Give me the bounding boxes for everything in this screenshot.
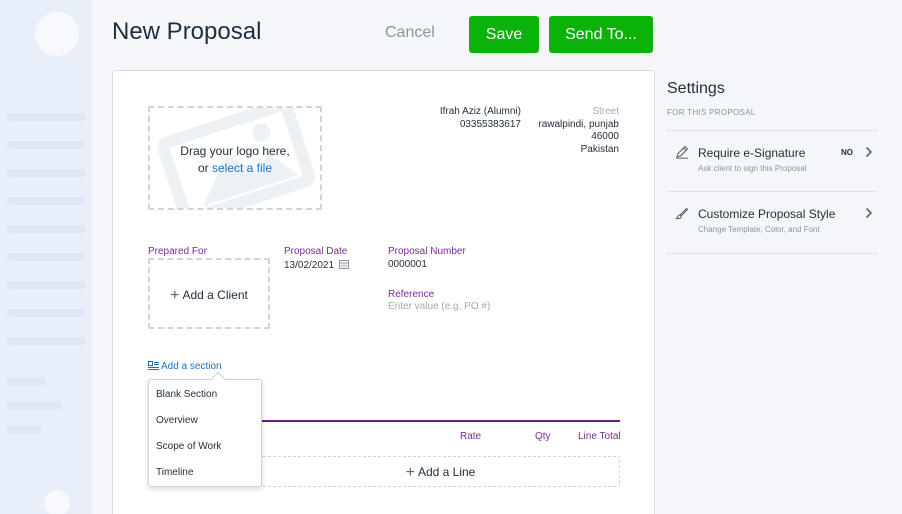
address-country: Pakistan xyxy=(580,143,619,155)
setting-customize-style[interactable]: Customize Proposal Style Change Template… xyxy=(667,191,877,253)
sidebar-nav-placeholder[interactable] xyxy=(6,225,86,233)
section-dropdown-menu: Blank Section Overview Scope of Work Tim… xyxy=(148,371,262,487)
logo-drop-text: Drag your logo here, xyxy=(180,144,290,158)
sender-address[interactable]: Street rawalpindi, punjab 46000 Pakistan xyxy=(523,106,619,156)
add-line-label: Add a Line xyxy=(417,465,476,479)
sidebar-nav-placeholder[interactable] xyxy=(6,378,46,386)
add-line-button[interactable]: + Add a Line xyxy=(261,456,620,487)
left-sidebar xyxy=(0,0,92,514)
setting-value-badge: NO xyxy=(841,148,853,157)
setting-require-esignature[interactable]: Require e-Signature Ask client to sign t… xyxy=(667,130,877,192)
settings-title: Settings xyxy=(667,80,725,97)
image-placeholder-icon xyxy=(157,108,315,208)
sidebar-nav-placeholder[interactable] xyxy=(6,281,86,289)
column-qty: Qty xyxy=(535,431,551,442)
dropdown-arrow xyxy=(210,371,226,387)
settings-subtitle: FOR THIS PROPOSAL xyxy=(667,108,756,117)
plus-icon: + xyxy=(405,464,415,481)
sidebar-nav-placeholder[interactable] xyxy=(6,309,86,317)
add-section-label: Add a section xyxy=(161,361,222,372)
logo-drop-subtext: or select a file xyxy=(150,161,320,175)
add-client-text: + Add a Client xyxy=(150,287,268,305)
sidebar-nav-placeholder[interactable] xyxy=(6,113,86,121)
items-table-divider xyxy=(261,420,620,422)
add-line-text: + Add a Line xyxy=(262,464,619,482)
menu-item-blank-section[interactable]: Blank Section xyxy=(156,389,217,400)
pen-icon xyxy=(676,145,689,159)
sender-phone: 03355383617 xyxy=(459,118,521,130)
address-city: rawalpindi, punjab xyxy=(538,118,619,130)
menu-item-timeline[interactable]: Timeline xyxy=(156,467,193,478)
add-section-button[interactable]: Add a section xyxy=(148,361,222,372)
sidebar-nav-placeholder[interactable] xyxy=(6,253,86,261)
setting-name: Require e-Signature xyxy=(698,146,806,160)
chevron-right-icon xyxy=(865,207,873,219)
reference-label: Reference xyxy=(388,289,435,300)
select-file-link[interactable]: select a file xyxy=(212,161,272,175)
page-title: New Proposal xyxy=(112,18,262,45)
proposal-date-value: 13/02/2021 xyxy=(284,260,335,271)
add-client-label: Add a Client xyxy=(182,288,248,302)
plus-icon: + xyxy=(170,287,180,304)
proposal-document: Drag your logo here, or select a file If… xyxy=(112,70,655,514)
save-button[interactable]: Save xyxy=(469,16,539,53)
address-zip: 46000 xyxy=(591,131,619,142)
column-line-total: Line Total xyxy=(578,431,621,442)
prepared-for-label: Prepared For xyxy=(148,246,207,257)
help-button[interactable] xyxy=(44,490,70,514)
sidebar-nav-placeholder[interactable] xyxy=(6,426,42,434)
chevron-right-icon xyxy=(865,146,873,158)
sidebar-nav-placeholder[interactable] xyxy=(6,169,86,177)
sidebar-nav-placeholder[interactable] xyxy=(6,197,86,205)
send-to-button[interactable]: Send To... xyxy=(549,16,653,53)
settings-panel: Settings FOR THIS PROPOSAL Require e-Sig… xyxy=(667,80,877,254)
proposal-number-value[interactable]: 0000001 xyxy=(388,259,427,270)
brush-icon xyxy=(675,207,689,220)
column-rate: Rate xyxy=(460,431,482,442)
cancel-button[interactable]: Cancel xyxy=(385,24,435,42)
sidebar-nav-placeholder[interactable] xyxy=(6,402,62,410)
proposal-date-field[interactable]: 13/02/2021 xyxy=(284,259,349,271)
logo-drop-or: or xyxy=(197,161,209,175)
menu-item-overview[interactable]: Overview xyxy=(156,415,198,426)
sender-info[interactable]: Ifrah Aziz (Alumni) 03355383617 xyxy=(421,106,521,131)
setting-description: Ask client to sign this Proposal xyxy=(698,164,807,173)
add-client-button[interactable]: + Add a Client xyxy=(148,258,270,329)
proposal-number-label: Proposal Number xyxy=(388,246,466,257)
sidebar-nav-placeholder[interactable] xyxy=(6,337,86,345)
proposal-date-label: Proposal Date xyxy=(284,246,348,257)
setting-description: Change Template, Color, and Font xyxy=(698,225,820,234)
street-placeholder: Street xyxy=(592,106,619,117)
avatar[interactable] xyxy=(35,12,79,56)
section-icon xyxy=(148,361,159,370)
setting-name: Customize Proposal Style xyxy=(698,207,836,221)
menu-item-scope-of-work[interactable]: Scope of Work xyxy=(156,441,221,452)
reference-input[interactable]: Enter value (e.g. PO #) xyxy=(388,301,490,312)
logo-dropzone[interactable]: Drag your logo here, or select a file xyxy=(148,106,322,210)
settings-divider xyxy=(667,253,877,254)
sidebar-nav-placeholder[interactable] xyxy=(6,141,86,149)
calendar-icon[interactable] xyxy=(338,259,349,269)
sender-name: Ifrah Aziz (Alumni) xyxy=(439,106,521,117)
